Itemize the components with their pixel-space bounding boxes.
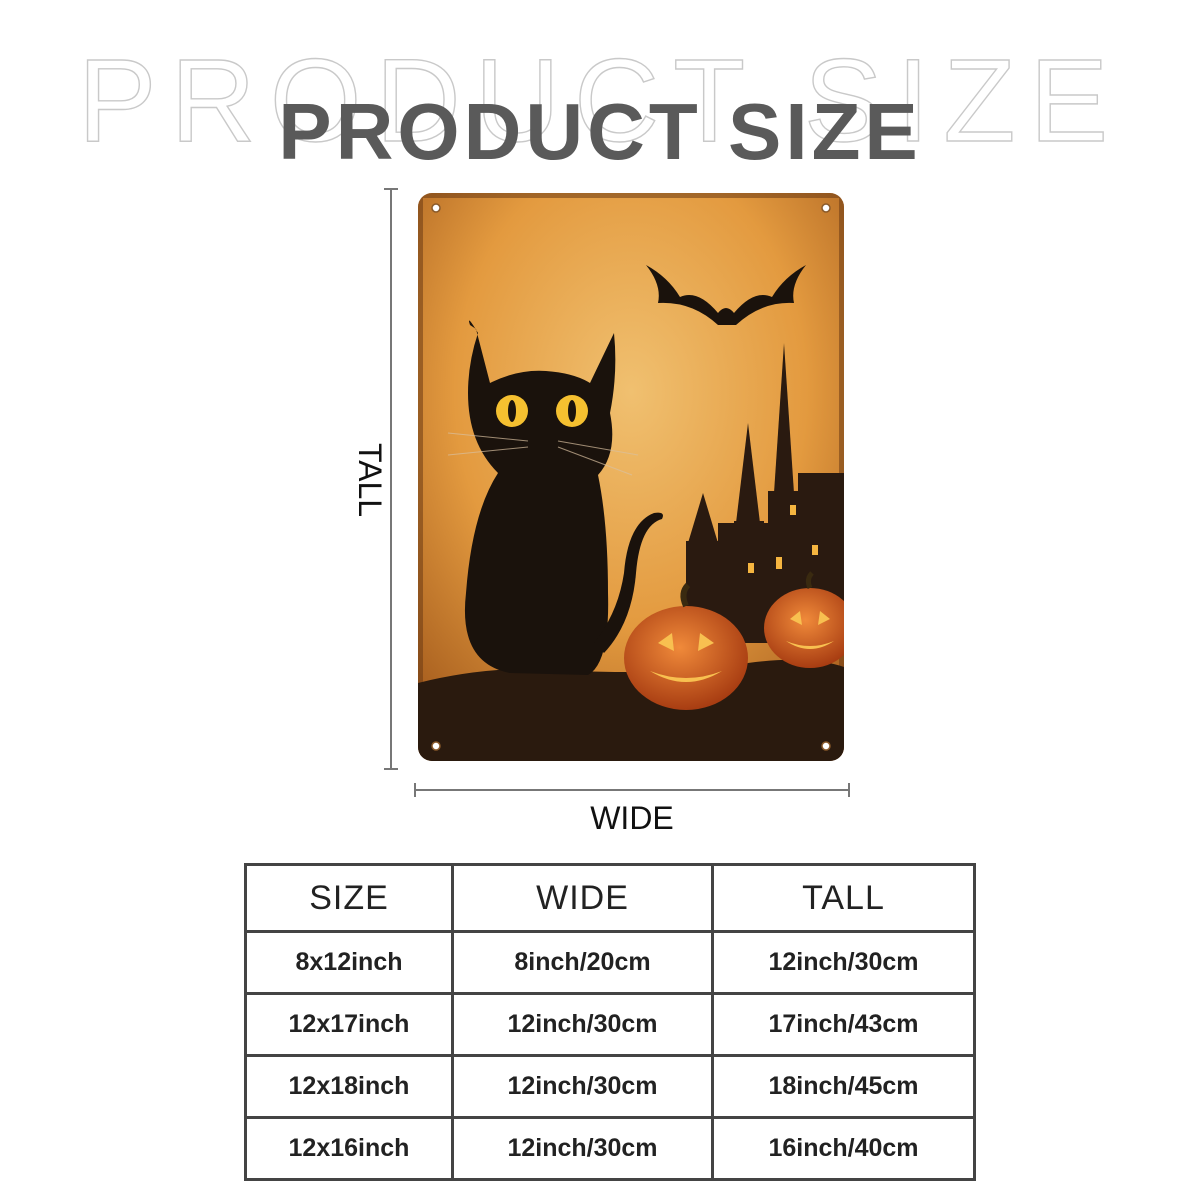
wide-label: WIDE (590, 800, 674, 836)
height-dimension-line (384, 188, 402, 770)
size-cell: 12x18inch (244, 1054, 454, 1119)
header-size: SIZE (244, 863, 454, 933)
table-row: 12x17inch 12inch/30cm 17inch/43cm (244, 992, 976, 1057)
header-tall: TALL (711, 863, 976, 933)
table-row: 12x16inch 12inch/30cm 16inch/40cm (244, 1116, 976, 1181)
size-cell: 12x17inch (244, 992, 454, 1057)
wide-cell: 8inch/20cm (451, 930, 714, 995)
table-header-row: SIZE WIDE TALL (244, 863, 976, 933)
tall-cell: 18inch/45cm (711, 1054, 976, 1119)
header-wide: WIDE (451, 863, 714, 933)
table-row: 12x18inch 12inch/30cm 18inch/45cm (244, 1054, 976, 1119)
table-row: 8x12inch 8inch/20cm 12inch/30cm (244, 930, 976, 995)
size-cell: 8x12inch (244, 930, 454, 995)
wide-cell: 12inch/30cm (451, 1054, 714, 1119)
tall-cell: 17inch/43cm (711, 992, 976, 1057)
tall-cell: 12inch/30cm (711, 930, 976, 995)
product-sign-image (418, 193, 844, 761)
tall-cell: 16inch/40cm (711, 1116, 976, 1181)
wide-cell: 12inch/30cm (451, 992, 714, 1057)
size-table: SIZE WIDE TALL 8x12inch 8inch/20cm 12inc… (244, 863, 976, 1181)
tall-label: TALL (352, 442, 388, 518)
size-cell: 12x16inch (244, 1116, 454, 1181)
page-title: PRODUCT SIZE (278, 87, 922, 176)
wide-cell: 12inch/30cm (451, 1116, 714, 1181)
width-dimension-line (414, 783, 850, 797)
